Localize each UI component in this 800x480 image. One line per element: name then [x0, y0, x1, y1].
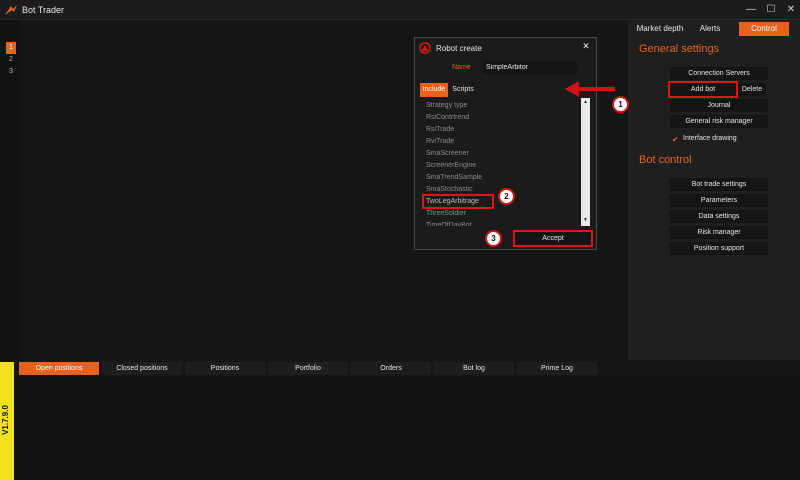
dialog-logo-icon	[419, 42, 431, 54]
tab-orders[interactable]: Orders	[351, 362, 431, 375]
left-tab-strip: 1 2 3	[0, 20, 20, 360]
side-tab-1[interactable]: 1	[6, 42, 16, 54]
list-item-selected[interactable]: TwoLegArbitrage	[422, 194, 494, 209]
list-item[interactable]: RviTrade	[424, 136, 574, 147]
bot-name-input[interactable]	[483, 61, 577, 74]
strategy-list: Strategy type RsiContrtrend RsiTrade Rvi…	[422, 98, 590, 226]
side-tab-2[interactable]: 2	[6, 54, 16, 66]
side-tab-3[interactable]: 3	[6, 66, 16, 78]
general-risk-manager-button[interactable]: General risk manager	[670, 115, 768, 128]
tab-alerts[interactable]: Alerts	[690, 22, 730, 36]
version-badge: V1.7.9.0	[0, 362, 14, 480]
callout-3: 3	[485, 230, 502, 247]
risk-manager-button[interactable]: Risk manager	[670, 226, 768, 239]
interface-drawing-checkbox[interactable]: ✔	[672, 136, 680, 144]
app-logo-icon	[5, 5, 17, 15]
list-item[interactable]: TimeOfDayBot	[424, 220, 574, 226]
list-item[interactable]: RsiTrade	[424, 124, 574, 135]
add-bot-button[interactable]: Add bot	[668, 81, 738, 98]
close-window-button[interactable]: ✕	[784, 3, 798, 17]
control-panel: Market depth Alerts Control General sett…	[628, 20, 800, 370]
list-header-strategy-type: Strategy type	[426, 102, 468, 109]
connection-servers-button[interactable]: Connection Servers	[670, 67, 768, 80]
delete-bot-button[interactable]: Delete	[738, 83, 766, 96]
general-settings-title: General settings	[639, 43, 720, 55]
annotation-arrow-icon	[565, 81, 615, 97]
version-label: V1.7.9.0	[1, 405, 10, 435]
tab-positions[interactable]: Positions	[185, 362, 265, 375]
callout-1: 1	[612, 96, 629, 113]
interface-drawing-label: Interface drawing	[683, 135, 737, 142]
dialog-close-button[interactable]: ✕	[581, 41, 591, 51]
tab-prime-log[interactable]: Prime Log	[517, 362, 597, 375]
tab-include[interactable]: Include	[420, 83, 448, 97]
name-label: Name	[452, 64, 471, 71]
accept-button[interactable]: Accept	[513, 230, 593, 247]
tab-control[interactable]: Control	[739, 22, 789, 36]
parameters-button[interactable]: Parameters	[670, 194, 768, 207]
title-bar: Bot Trader — ☐ ✕	[0, 0, 800, 20]
tab-portfolio[interactable]: Portfolio	[268, 362, 348, 375]
bottom-tab-bar: Open positions Closed positions Position…	[12, 360, 800, 376]
scroll-down-icon[interactable]: ▼	[581, 216, 590, 224]
list-item[interactable]: ScreenerEngine	[424, 160, 574, 171]
journal-button[interactable]: Journal	[670, 99, 768, 112]
maximize-button[interactable]: ☐	[764, 3, 778, 17]
list-item[interactable]: SmaTrendSample	[424, 172, 574, 183]
tab-market-depth[interactable]: Market depth	[632, 22, 688, 36]
dialog-title: Robot create	[436, 44, 482, 53]
tab-open-positions[interactable]: Open positions	[19, 362, 99, 375]
list-item[interactable]: SmaScreener	[424, 148, 574, 159]
robot-create-dialog: Robot create ✕ Name Include Scripts Stra…	[414, 37, 597, 250]
scroll-up-icon[interactable]: ▲	[581, 98, 590, 106]
tab-scripts[interactable]: Scripts	[450, 83, 476, 97]
data-settings-button[interactable]: Data settings	[670, 210, 768, 223]
bot-control-title: Bot control	[639, 154, 692, 166]
position-support-button[interactable]: Position support	[670, 242, 768, 255]
list-item[interactable]: RsiContrtrend	[424, 112, 574, 123]
list-item[interactable]: ThreeSoldier	[424, 208, 574, 219]
positions-table-area[interactable]	[12, 376, 800, 480]
app-title: Bot Trader	[22, 5, 65, 15]
tab-closed-positions[interactable]: Closed positions	[102, 362, 182, 375]
minimize-button[interactable]: —	[744, 3, 758, 17]
callout-2: 2	[498, 188, 515, 205]
tab-bot-log[interactable]: Bot log	[434, 362, 514, 375]
bot-trade-settings-button[interactable]: Bot trade settings	[670, 178, 768, 191]
list-scrollbar[interactable]: ▲ ▼	[581, 98, 590, 226]
